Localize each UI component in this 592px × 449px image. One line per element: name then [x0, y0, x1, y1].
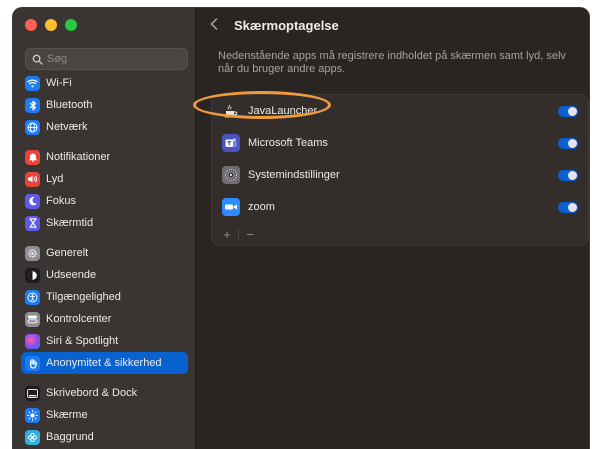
hand-icon [25, 355, 40, 371]
zoom-window-button[interactable] [65, 19, 77, 31]
wifi-icon [25, 75, 40, 91]
bell-icon [25, 149, 40, 165]
list-item-javalauncher: JavaLauncher [212, 95, 588, 127]
search-field[interactable] [25, 48, 188, 70]
sun-icon [25, 407, 40, 423]
remove-app-button[interactable]: − [243, 227, 257, 242]
sidebar-item-sound[interactable]: Lyd [21, 168, 188, 190]
globe-icon [25, 119, 40, 135]
search-icon [32, 54, 43, 65]
systemindstillinger-toggle[interactable] [558, 170, 578, 181]
siri-icon [25, 333, 40, 349]
teams-icon [222, 133, 240, 152]
sidebar-item-label: Anonymitet & sikkerhed [46, 357, 162, 369]
sidebar-item-label: Skærme [46, 409, 88, 421]
sidebar-item-privacy-security[interactable]: Anonymitet & sikkerhed [21, 352, 188, 374]
app-name: Systemindstillinger [248, 168, 340, 181]
dock-icon [25, 385, 40, 401]
sidebar-item-label: Generelt [46, 247, 89, 259]
sidebar: Wi-Fi Bluetooth Netværk [13, 8, 196, 449]
list-item-microsoft-teams: Microsoft Teams [212, 127, 588, 159]
sidebar-item-label: Udseende [46, 269, 97, 281]
bluetooth-icon [25, 97, 40, 113]
action-divider [238, 228, 239, 240]
sidebar-item-label: Lyd [46, 173, 64, 185]
app-name: zoom [248, 200, 275, 213]
sidebar-item-label: Netværk [46, 121, 88, 133]
javalauncher-toggle[interactable] [558, 106, 578, 117]
moon-icon [25, 193, 40, 209]
speaker-icon [25, 171, 40, 187]
sidebar-item-appearance[interactable]: Udseende [21, 264, 188, 286]
flower-icon [25, 429, 40, 445]
list-item-zoom: zoom [212, 191, 588, 223]
list-actions: + − [212, 223, 588, 245]
window-controls [25, 19, 77, 31]
close-window-button[interactable] [25, 19, 37, 31]
list-item-systemindstillinger: Systemindstillinger [212, 159, 588, 191]
appearance-icon [25, 267, 40, 283]
java-icon [222, 102, 240, 120]
sidebar-item-focus[interactable]: Fokus [21, 190, 188, 212]
sidebar-item-accessibility[interactable]: Tilgængelighed [21, 286, 188, 308]
sidebar-item-network[interactable]: Netværk [21, 116, 188, 138]
settings-window: Wi-Fi Bluetooth Netværk [12, 7, 590, 449]
sidebar-item-label: Baggrund [46, 431, 94, 443]
zoom-toggle[interactable] [558, 202, 578, 213]
sidebar-nav: Wi-Fi Bluetooth Netværk Notifikationer L… [21, 72, 188, 448]
page-title: Skærmoptagelse [234, 17, 339, 33]
content-header: Skærmoptagelse [196, 8, 589, 42]
sidebar-item-label: Kontrolcenter [46, 313, 112, 325]
sidebar-item-desktop-dock[interactable]: Skrivebord & Dock [21, 382, 188, 404]
app-name: Microsoft Teams [248, 136, 328, 149]
sidebar-item-label: Tilgængelighed [46, 291, 121, 303]
sidebar-item-control-center[interactable]: Kontrolcenter [21, 308, 188, 330]
back-button[interactable] [210, 17, 222, 34]
sidebar-item-label: Fokus [46, 195, 76, 207]
sidebar-item-label: Bluetooth [46, 99, 93, 111]
sidebar-item-general[interactable]: Generelt [21, 242, 188, 264]
sidebar-item-label: Skærmtid [46, 217, 94, 229]
search-input[interactable] [47, 53, 177, 65]
sidebar-item-siri-spotlight[interactable]: Siri & Spotlight [21, 330, 188, 352]
minimize-window-button[interactable] [45, 19, 57, 31]
app-name: JavaLauncher [248, 104, 318, 117]
control-center-icon [25, 311, 40, 327]
hourglass-icon [25, 215, 40, 231]
app-list-panel: JavaLauncher Microsoft Teams Systemindst… [211, 94, 589, 246]
microsoft-teams-toggle[interactable] [558, 138, 578, 149]
sidebar-item-notifications[interactable]: Notifikationer [21, 146, 188, 168]
sidebar-item-wallpaper[interactable]: Baggrund [21, 426, 188, 448]
description-text: Nedenstående apps må registrere indholde… [218, 50, 566, 75]
accessibility-icon [25, 289, 40, 305]
sidebar-item-label: Notifikationer [46, 151, 111, 163]
sidebar-item-displays[interactable]: Skærme [21, 404, 188, 426]
sidebar-item-label: Siri & Spotlight [46, 335, 119, 347]
sidebar-item-label: Skrivebord & Dock [46, 387, 138, 399]
chevron-left-icon [210, 17, 218, 30]
system-settings-icon [222, 165, 240, 184]
add-app-button[interactable]: + [220, 227, 234, 242]
sidebar-item-bluetooth[interactable]: Bluetooth [21, 94, 188, 116]
sidebar-item-screen-time[interactable]: Skærmtid [21, 212, 188, 234]
gear-icon [25, 245, 40, 261]
sidebar-item-label: Wi-Fi [46, 77, 72, 89]
sidebar-item-wifi[interactable]: Wi-Fi [21, 72, 188, 94]
zoom-icon [222, 197, 240, 216]
main-content: Skærmoptagelse Nedenstående apps må regi… [196, 8, 589, 449]
